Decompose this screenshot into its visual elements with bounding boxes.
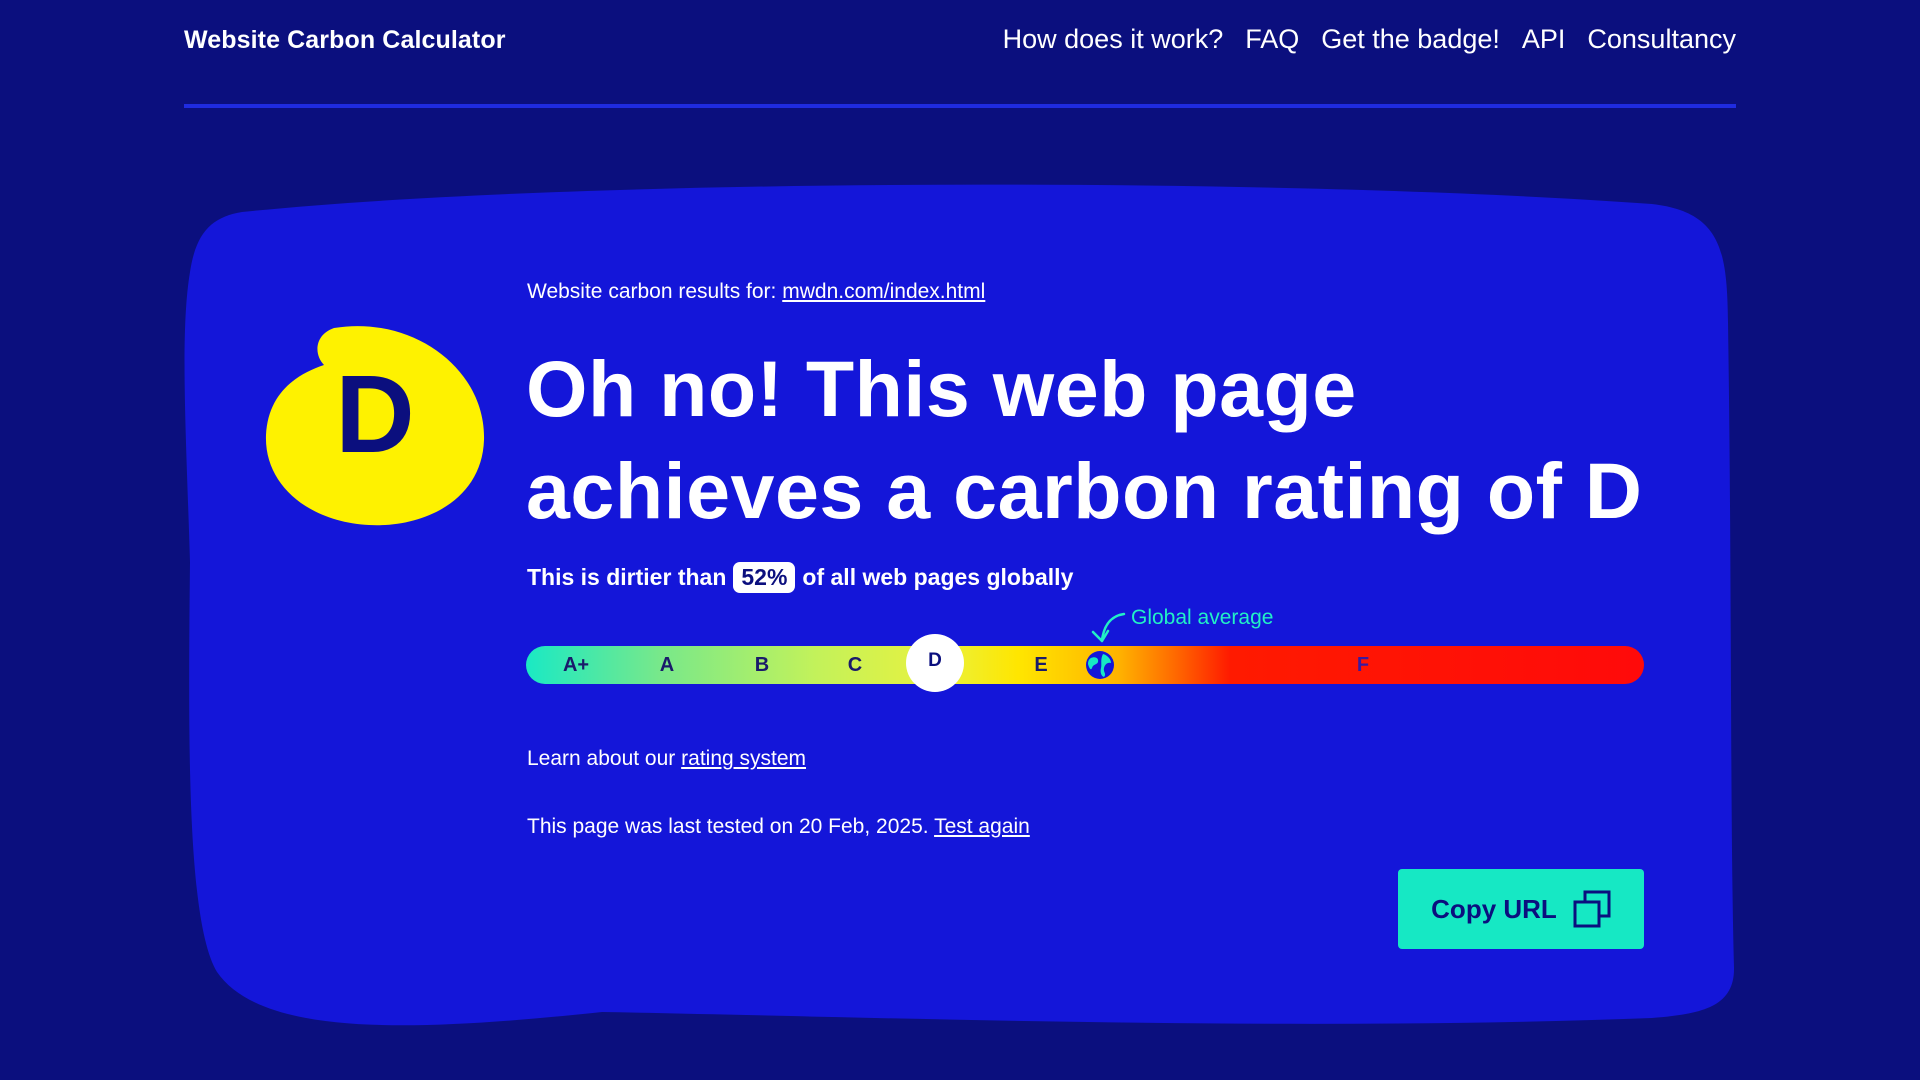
- grade-letter: D: [335, 353, 415, 476]
- headline-line-1: Oh no! This web page: [526, 344, 1357, 433]
- copy-url-label: Copy URL: [1431, 893, 1557, 924]
- scale-grade-b: B: [754, 654, 770, 676]
- dirtier-suffix: of all web pages globally: [802, 564, 1074, 590]
- nav-how-it-works[interactable]: How does it work?: [1003, 24, 1224, 55]
- copy-icon: [1573, 890, 1611, 928]
- copy-url-button[interactable]: Copy URL: [1398, 869, 1644, 949]
- headline-line-2: achieves a carbon rating of D: [526, 446, 1643, 535]
- rating-headline: Oh no! This web page achieves a carbon r…: [526, 338, 1666, 542]
- test-again-link[interactable]: Test again: [934, 815, 1030, 838]
- site-title[interactable]: Website Carbon Calculator: [184, 26, 506, 55]
- tested-url-link[interactable]: mwdn.com/index.html: [782, 280, 985, 303]
- scale-grade-e: E: [1034, 654, 1048, 676]
- scale-grade-c: C: [847, 654, 863, 676]
- nav-api[interactable]: API: [1522, 24, 1566, 55]
- nav-get-badge[interactable]: Get the badge!: [1321, 24, 1500, 55]
- curved-arrow-icon: [1091, 612, 1126, 643]
- main-nav: How does it work? FAQ Get the badge! API…: [1003, 24, 1736, 55]
- learn-rating-line: Learn about our rating system: [527, 747, 806, 771]
- learn-prefix: Learn about our: [527, 747, 676, 770]
- current-grade-marker: D: [906, 634, 964, 692]
- globe-icon: [1086, 651, 1114, 679]
- last-tested-text: This page was last tested on 20 Feb, 202…: [527, 815, 929, 838]
- scale-grade-a: A: [659, 654, 675, 676]
- results-for-label: Website carbon results for:: [527, 280, 777, 303]
- top-navigation: Website Carbon Calculator How does it wo…: [184, 0, 1736, 108]
- dirtier-prefix: This is dirtier than: [527, 564, 727, 590]
- scale-grade-f: F: [1356, 654, 1370, 676]
- nav-faq[interactable]: FAQ: [1245, 24, 1299, 55]
- rating-system-link[interactable]: rating system: [681, 747, 806, 770]
- nav-consultancy[interactable]: Consultancy: [1587, 24, 1736, 55]
- scale-grade-a-plus: A+: [562, 654, 590, 676]
- results-for-line: Website carbon results for: mwdn.com/ind…: [527, 280, 985, 304]
- global-average-label: Global average: [1131, 606, 1274, 629]
- dirtier-than-statement: This is dirtier than 52% of all web page…: [527, 562, 1073, 593]
- last-tested-line: This page was last tested on 20 Feb, 202…: [527, 815, 1030, 839]
- dirtier-percentage: 52%: [733, 562, 796, 593]
